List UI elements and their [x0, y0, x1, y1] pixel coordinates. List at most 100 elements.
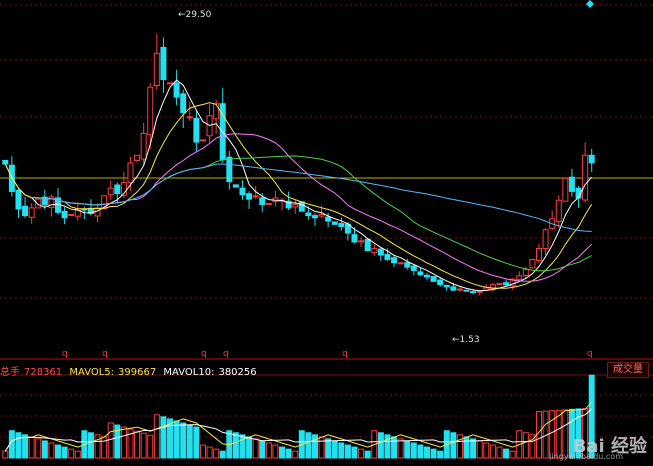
- marker: q: [201, 349, 207, 359]
- volume-bar: [463, 436, 470, 459]
- candle-body: [562, 177, 569, 202]
- volume-bar: [140, 432, 147, 459]
- candle-body: [377, 248, 384, 256]
- volume-bar: [213, 448, 220, 459]
- volume-bar: [503, 448, 510, 459]
- candle-body: [311, 215, 318, 219]
- volume-bar: [193, 426, 200, 459]
- marker: q: [102, 349, 108, 359]
- volume-bar: [173, 420, 180, 459]
- candle-body: [28, 207, 35, 218]
- candle-body: [555, 199, 562, 222]
- candle-body: [134, 154, 141, 162]
- marker: q: [587, 349, 593, 359]
- volume-bar: [279, 446, 286, 459]
- volume-bar: [134, 430, 141, 459]
- volume-bar: [206, 446, 213, 459]
- candle-body: [588, 154, 595, 164]
- volume-bar: [476, 440, 483, 459]
- candle-body: [61, 210, 68, 219]
- candle-body: [68, 213, 75, 216]
- mavol5-value: 399667: [118, 367, 157, 378]
- volume-bar: [311, 434, 318, 459]
- candle-body: [397, 262, 404, 265]
- candle-body: [193, 117, 200, 143]
- candle-body: [371, 247, 378, 254]
- volume-bar: [358, 448, 365, 459]
- low-price-label: 1.53: [459, 335, 480, 345]
- volume-bar: [180, 422, 187, 459]
- candle-body: [450, 286, 457, 291]
- kline-chart[interactable]: [0, 0, 653, 462]
- volume-bar: [489, 444, 496, 459]
- candle-body: [443, 284, 450, 288]
- volume-bar: [509, 450, 516, 459]
- candle-body: [456, 288, 463, 291]
- volume-indicator-button[interactable]: 成交量: [607, 362, 649, 378]
- candle-body: [338, 223, 345, 228]
- candle-body: [22, 205, 29, 217]
- volume-bar: [107, 422, 114, 459]
- volume-bar: [265, 442, 272, 459]
- total-hands-label: 总手: [0, 367, 20, 378]
- volume-bar: [22, 434, 29, 459]
- volume-bar: [101, 436, 108, 459]
- volume-indicator-readout: 总手 728361 MAVOL5: 399667 MAVOL10: 380256: [0, 363, 261, 378]
- volume-bar: [41, 440, 48, 459]
- candle-body: [298, 201, 305, 212]
- volume-bar: [68, 448, 75, 459]
- marker: q: [62, 349, 68, 359]
- volume-bar: [483, 442, 490, 459]
- candle-body: [107, 187, 114, 196]
- volume-bar: [186, 424, 193, 459]
- volume-bar: [331, 440, 338, 459]
- volume-bar: [2, 450, 9, 459]
- candle-body: [259, 197, 266, 206]
- volume-bar: [496, 446, 503, 459]
- volume-bar: [48, 442, 55, 459]
- candle-body: [358, 240, 365, 243]
- candle-body: [516, 275, 523, 281]
- chart-svg[interactable]: [0, 0, 653, 462]
- volume-bar: [338, 442, 345, 459]
- volume-bar: [456, 434, 463, 459]
- candle-body: [173, 82, 180, 98]
- volume-bar: [147, 434, 154, 459]
- candle-body: [127, 162, 134, 184]
- candle-body: [226, 156, 233, 183]
- volume-bar: [259, 440, 266, 459]
- volume-bar: [377, 432, 384, 459]
- candle-body: [582, 154, 589, 201]
- ma-line-ma10: [4, 102, 593, 289]
- volume-bar: [549, 410, 556, 459]
- volume-bar: [232, 432, 239, 459]
- candle-body: [180, 93, 187, 113]
- candle-body: [568, 176, 575, 192]
- volume-bar: [160, 416, 167, 459]
- candle-body: [160, 46, 167, 81]
- candle-body: [430, 276, 437, 282]
- volume-bar: [55, 444, 62, 459]
- candle-body: [503, 282, 510, 286]
- candle-body: [404, 262, 411, 268]
- ma-line-ma30: [31, 155, 592, 272]
- candle-body: [470, 291, 477, 294]
- volume-bar: [522, 432, 529, 459]
- total-hands-value: 728361: [24, 367, 63, 378]
- volume-bar: [61, 446, 68, 459]
- volume-bar: [28, 436, 35, 459]
- candle-body: [199, 139, 206, 142]
- volume-bar: [285, 448, 292, 459]
- ma-line-ma5: [4, 79, 593, 292]
- volume-bar: [305, 432, 312, 459]
- candle-body: [542, 229, 549, 249]
- candle-body: [186, 116, 193, 119]
- candle-body: [423, 274, 430, 278]
- candle-body: [140, 132, 147, 160]
- candle-body: [239, 187, 246, 196]
- volume-bar: [470, 438, 477, 459]
- volume-bar: [562, 409, 569, 459]
- volume-bar: [153, 414, 160, 459]
- volume-bar: [74, 450, 81, 459]
- volume-bar: [450, 432, 457, 459]
